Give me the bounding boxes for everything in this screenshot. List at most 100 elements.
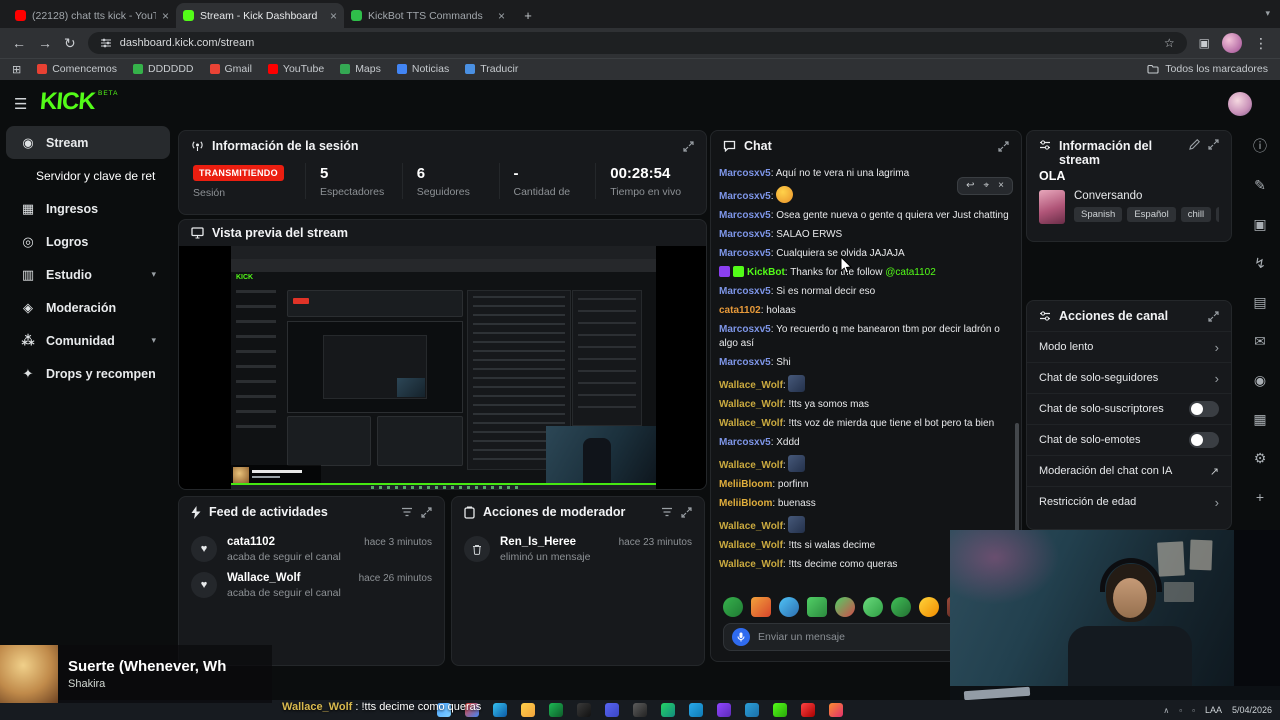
sidebar-item-logros[interactable]: ◎ Logros — [6, 225, 170, 258]
chat-message[interactable]: Marcosxv5: Shi — [711, 353, 1021, 372]
sidebar-item-stream[interactable]: ◉ Stream — [6, 126, 170, 159]
keyboard-layout-label[interactable]: LAA — [1205, 705, 1222, 715]
all-bookmarks[interactable]: Todos los marcadores — [1147, 63, 1268, 75]
emote-globe[interactable] — [779, 597, 799, 617]
sidebar-item-moderaci-n[interactable]: ◈ Moderación — [6, 291, 170, 324]
chat-emote[interactable] — [788, 515, 806, 533]
tab-close-icon[interactable]: × — [498, 9, 505, 23]
chat-emote[interactable] — [788, 454, 806, 472]
tab-search-caret-icon[interactable]: ▾ — [1265, 8, 1270, 19]
sidebar-item-drops-y-recompensas[interactable]: ✦ Drops y recompensas — [6, 357, 170, 390]
filter-icon[interactable] — [401, 507, 413, 517]
invite-icon[interactable]: + — [1248, 485, 1272, 509]
chat-message[interactable]: Marcosxv5: SALAO ERWS — [711, 225, 1021, 244]
chat-emote[interactable] — [776, 185, 794, 203]
sidebar-item-estudio[interactable]: ▥ Estudio ▾ — [6, 258, 170, 291]
bookmark-item[interactable]: Noticias — [396, 63, 449, 75]
taskbar-vscode-icon[interactable] — [745, 703, 759, 717]
tab-close-icon[interactable]: × — [162, 9, 169, 23]
sidebar-item-servidor-y-clave-de-retransm[interactable]: Servidor y clave de retransm — [6, 159, 170, 192]
chat-username[interactable]: MeliiBloom — [719, 498, 772, 509]
url-text[interactable]: dashboard.kick.com/stream — [120, 37, 255, 49]
browser-menu-icon[interactable]: ⋮ — [1254, 36, 1268, 50]
taskbar-youtube-icon[interactable] — [801, 703, 815, 717]
feed-item-user[interactable]: cata1102 — [227, 536, 354, 548]
taskbar-telegram-icon[interactable] — [689, 703, 703, 717]
bookmark-star-icon[interactable]: ☆ — [1164, 36, 1175, 50]
taskbar-spotify-icon[interactable] — [549, 703, 563, 717]
chat-username[interactable]: Marcosxv5 — [719, 168, 771, 179]
mic-icon[interactable] — [732, 628, 750, 646]
taskbar-discord-icon[interactable] — [605, 703, 619, 717]
settings-icon[interactable]: ⚙ — [1248, 446, 1272, 470]
toggle-switch[interactable] — [1189, 401, 1219, 417]
chat-username[interactable]: Marcosxv5 — [719, 191, 771, 202]
category-name[interactable]: Conversando — [1074, 190, 1219, 202]
reply-icon[interactable]: ↩ — [966, 181, 974, 191]
info-icon[interactable]: ⓘ — [1248, 134, 1272, 158]
taskbar-tiktok-icon[interactable] — [577, 703, 591, 717]
back-button[interactable]: ← — [12, 36, 26, 50]
chat-message[interactable]: Marcosxv5: Cualquiera se olvida JAJAJA — [711, 244, 1021, 263]
chat-username[interactable]: Wallace_Wolf — [719, 559, 783, 570]
chat-settings-icon[interactable]: ✉ — [1248, 329, 1272, 353]
chat-username[interactable]: MeliiBloom — [719, 479, 772, 490]
tray-chevron-icon[interactable]: ∧ — [1163, 706, 1169, 715]
apps-grid-icon[interactable]: ⊞ — [12, 63, 21, 76]
pin-icon[interactable]: ⌖ — [984, 181, 990, 191]
tray-volume-icon[interactable]: ▫ — [1192, 706, 1195, 715]
kick-logo[interactable]: KICK — [39, 88, 96, 116]
popout-icon[interactable] — [421, 506, 432, 518]
extensions-icon[interactable]: ▣ — [1199, 36, 1210, 50]
emote-green-3[interactable] — [891, 597, 911, 617]
chat-message[interactable]: Wallace_Wolf: !tts voz de mierda que tie… — [711, 414, 1021, 433]
channel-action-moderaci-n-del-chat-con-ia[interactable]: Moderación del chat con IA ↗ — [1027, 455, 1231, 486]
emote-fire[interactable] — [751, 597, 771, 617]
chat-message[interactable]: Wallace_Wolf: — [711, 452, 1021, 475]
taskbar-edge-icon[interactable] — [493, 703, 507, 717]
chat-mention[interactable]: @cata1102 — [885, 267, 936, 278]
layout-icon[interactable]: ▦ — [1248, 407, 1272, 431]
chat-username[interactable]: cata1102 — [719, 305, 761, 316]
chat-username[interactable]: Marcosxv5 — [719, 324, 771, 335]
bookmark-item[interactable]: YouTube — [267, 63, 324, 75]
chat-username[interactable]: Marcosxv5 — [719, 286, 771, 297]
chat-username[interactable]: Marcosxv5 — [719, 437, 771, 448]
chat-message[interactable]: Marcosxv5: Osea gente nueva o gente q qu… — [711, 206, 1021, 225]
chat-username[interactable]: Wallace_Wolf — [719, 418, 783, 429]
channel-action-chat-de-solo-emotes[interactable]: Chat de solo-emotes — [1027, 424, 1231, 455]
chat-username[interactable]: Wallace_Wolf — [719, 460, 783, 471]
browser-tab[interactable]: Stream - Kick Dashboard × — [176, 3, 344, 28]
popout-icon[interactable] — [1208, 310, 1219, 322]
emote-multi[interactable] — [835, 597, 855, 617]
chat-message[interactable]: MeliiBloom: porfinn — [711, 475, 1021, 494]
emote-green-2[interactable] — [863, 597, 883, 617]
address-bar[interactable]: dashboard.kick.com/stream ☆ — [87, 32, 1187, 54]
wallet-icon[interactable]: ▤ — [1248, 290, 1272, 314]
clock-date[interactable]: 5/04/2026 — [1232, 705, 1272, 715]
channel-action-chat-de-solo-suscriptores[interactable]: Chat de solo-suscriptores — [1027, 393, 1231, 424]
new-tab-button[interactable]: + — [518, 5, 538, 25]
edit-stream-icon[interactable]: ✎ — [1248, 173, 1272, 197]
emote-yellow[interactable] — [919, 597, 939, 617]
broadcast-icon[interactable]: ◉ — [1248, 368, 1272, 392]
toggle-switch[interactable] — [1189, 432, 1219, 448]
stream-tag[interactable]: Español — [1127, 207, 1176, 222]
stream-preview-video[interactable]: KICK — [179, 246, 706, 489]
emote-green-1[interactable] — [807, 597, 827, 617]
bookmark-item[interactable]: Gmail — [209, 63, 252, 75]
chat-message[interactable]: MeliiBloom: buenass — [711, 494, 1021, 513]
chat-username[interactable]: Wallace_Wolf — [719, 521, 783, 532]
chat-message[interactable]: Marcosxv5: ↩ ⌖ × — [711, 177, 1021, 206]
chat-username[interactable]: Marcosxv5 — [719, 229, 771, 240]
chat-username[interactable]: KickBot — [747, 267, 785, 278]
feed-item[interactable]: ♥ cata1102 acaba de seguir el canal hace… — [179, 527, 444, 563]
chat-message[interactable]: KickBot: Thanks for the follow @cata1102 — [711, 263, 1021, 282]
chat-username[interactable]: Wallace_Wolf — [719, 540, 783, 551]
taskbar-twitch-icon[interactable] — [717, 703, 731, 717]
reload-button[interactable]: ↻ — [64, 36, 76, 50]
delete-icon[interactable]: × — [998, 181, 1004, 191]
taskbar-whatsapp-icon[interactable] — [661, 703, 675, 717]
popout-icon[interactable] — [998, 140, 1009, 152]
feed-item-user[interactable]: Wallace_Wolf — [227, 572, 349, 584]
